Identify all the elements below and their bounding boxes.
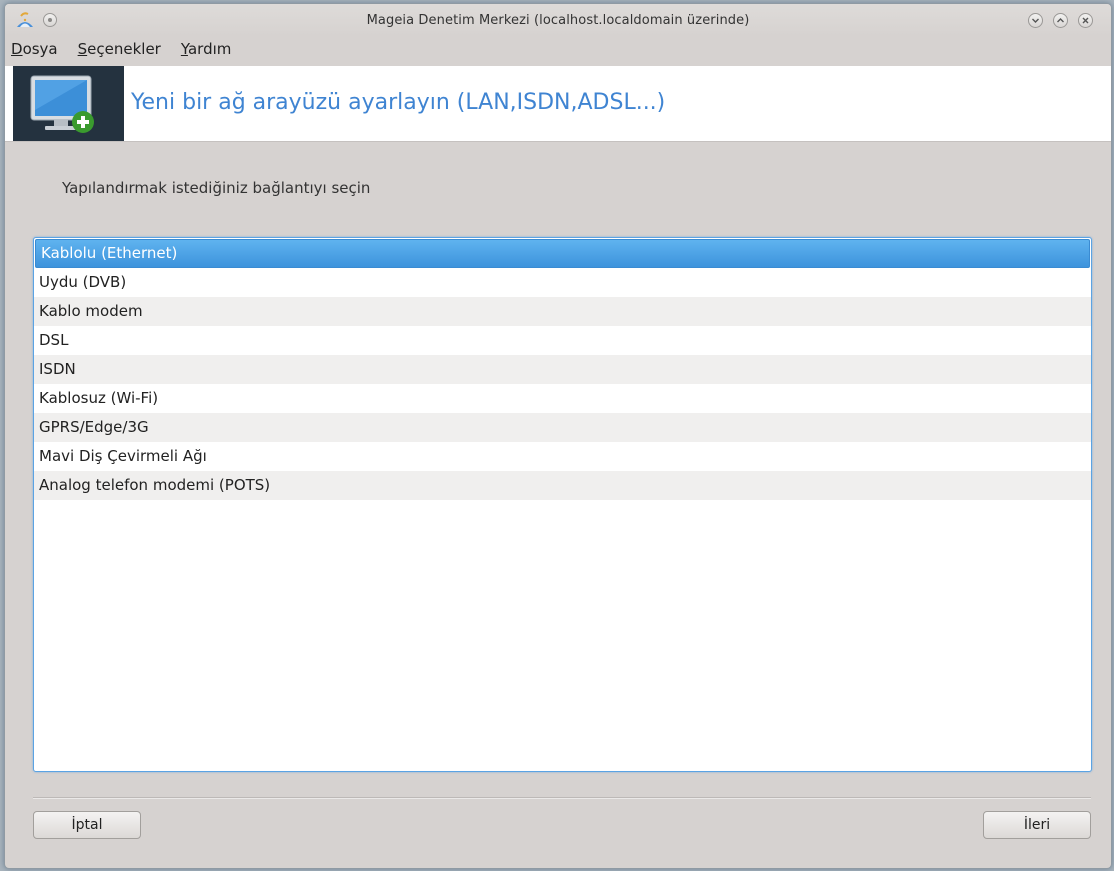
monitor-add-icon <box>30 75 94 133</box>
main-window: Mageia Denetim Merkezi (localhost.locald… <box>4 3 1112 869</box>
menu-bar: Dosya Seçenekler Yardım <box>5 38 241 60</box>
minimize-button[interactable] <box>1028 13 1043 28</box>
list-item-cable-modem[interactable]: Kablo modem <box>34 297 1091 326</box>
banner-icon-box <box>13 66 124 141</box>
connection-type-list[interactable]: Kablolu (Ethernet) Uydu (DVB) Kablo mode… <box>33 237 1092 772</box>
window-title: Mageia Denetim Merkezi (localhost.locald… <box>366 13 750 28</box>
list-item-isdn[interactable]: ISDN <box>34 355 1091 384</box>
close-button[interactable] <box>1078 13 1093 28</box>
menu-help[interactable]: Yardım <box>171 38 242 60</box>
close-icon <box>1082 17 1089 24</box>
list-item-ethernet[interactable]: Kablolu (Ethernet) <box>35 239 1090 268</box>
header-banner: Yeni bir ağ arayüzü ayarlayın (LAN,ISDN,… <box>5 66 1111 142</box>
list-item-dsl[interactable]: DSL <box>34 326 1091 355</box>
footer-separator <box>33 797 1091 799</box>
title-bar: Mageia Denetim Merkezi (localhost.locald… <box>5 4 1111 36</box>
maximize-button[interactable] <box>1053 13 1068 28</box>
chevron-down-icon <box>1032 18 1039 23</box>
menu-options[interactable]: Seçenekler <box>68 38 171 60</box>
cancel-button[interactable]: İptal <box>33 811 141 839</box>
chevron-up-icon <box>1057 18 1064 23</box>
page-title: Yeni bir ağ arayüzü ayarlayın (LAN,ISDN,… <box>131 90 666 115</box>
instruction-text: Yapılandırmak istediğiniz bağlantıyı seç… <box>62 179 371 197</box>
menu-file[interactable]: Dosya <box>5 38 68 60</box>
list-item-gprs[interactable]: GPRS/Edge/3G <box>34 413 1091 442</box>
list-item-dvb[interactable]: Uydu (DVB) <box>34 268 1091 297</box>
list-item-wifi[interactable]: Kablosuz (Wi-Fi) <box>34 384 1091 413</box>
next-button[interactable]: İleri <box>983 811 1091 839</box>
list-item-pots[interactable]: Analog telefon modemi (POTS) <box>34 471 1091 500</box>
list-item-bluetooth[interactable]: Mavi Diş Çevirmeli Ağı <box>34 442 1091 471</box>
